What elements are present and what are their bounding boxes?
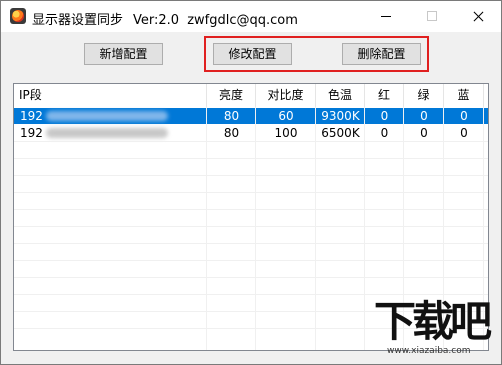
app-email: zwfgdlc@qq.com [187, 13, 298, 28]
title-bar[interactable]: 显示器设置同步 Ver:2.0 zwfgdlc@qq.com [1, 1, 501, 32]
column-header-color-temp[interactable]: 色温 [316, 84, 365, 107]
cell-blue: 0 [460, 126, 468, 140]
ip-prefix: 192 [20, 109, 43, 123]
grid-line [14, 260, 488, 261]
cell-red: 0 [380, 126, 389, 140]
redacted-ip [46, 111, 168, 121]
app-version: Ver:2.0 [133, 13, 180, 28]
cell-green: 0 [420, 109, 428, 123]
close-button[interactable] [455, 1, 501, 32]
grid-line [364, 107, 365, 350]
column-header-contrast[interactable]: 对比度 [256, 84, 316, 107]
edit-config-button[interactable]: 修改配置 [213, 43, 292, 65]
cell-brightness: 80 [223, 109, 240, 123]
redacted-ip [46, 128, 168, 138]
grid-line [14, 277, 488, 278]
column-header-red[interactable]: 红 [365, 84, 404, 107]
app-title: 显示器设置同步 [32, 13, 124, 28]
cell-contrast: 100 [274, 126, 298, 140]
table-row[interactable]: 192 80 100 6500K 0 0 0 [14, 125, 488, 141]
watermark-logo-text: 下载吧 [374, 297, 492, 346]
delete-config-button[interactable]: 删除配置 [342, 43, 421, 65]
column-header-brightness[interactable]: 亮度 [207, 84, 256, 107]
maximize-button[interactable] [409, 1, 455, 32]
cell-red: 0 [380, 109, 389, 123]
column-header-blue[interactable]: 蓝 [444, 84, 484, 107]
cell-brightness: 80 [223, 126, 240, 140]
grid-line [14, 243, 488, 244]
grid-line [14, 158, 488, 159]
grid-line [255, 107, 256, 350]
grid-line [14, 294, 488, 295]
watermark-url: www.xiazaiba.com [387, 346, 471, 356]
grid-line [14, 209, 488, 210]
column-header-green[interactable]: 绿 [404, 84, 444, 107]
minimize-button[interactable] [363, 1, 409, 32]
grid-line [206, 107, 207, 350]
grid-line [14, 192, 488, 193]
watermark-logo: 下载吧 www.xiazaiba.com [372, 300, 497, 362]
cell-contrast: 60 [278, 109, 294, 123]
cell-color-temp: 9300K [321, 109, 360, 123]
column-header-ip[interactable]: IP段 [14, 84, 207, 107]
table-row[interactable]: 192 80 60 9300K 0 0 0 [14, 108, 488, 124]
grid-line [14, 141, 488, 142]
grid-line [315, 107, 316, 350]
window-title: 显示器设置同步 Ver:2.0 zwfgdlc@qq.com [32, 9, 298, 28]
cell-green: 0 [420, 126, 428, 140]
cell-blue: 0 [460, 109, 468, 123]
grid-line [14, 175, 488, 176]
table-header: IP段 亮度 对比度 色温 红 绿 蓝 [14, 84, 488, 107]
grid-line [14, 226, 488, 227]
app-icon [10, 8, 26, 24]
add-config-button[interactable]: 新增配置 [84, 43, 163, 65]
cell-color-temp: 6500K [321, 126, 360, 140]
ip-prefix: 192 [20, 126, 43, 140]
